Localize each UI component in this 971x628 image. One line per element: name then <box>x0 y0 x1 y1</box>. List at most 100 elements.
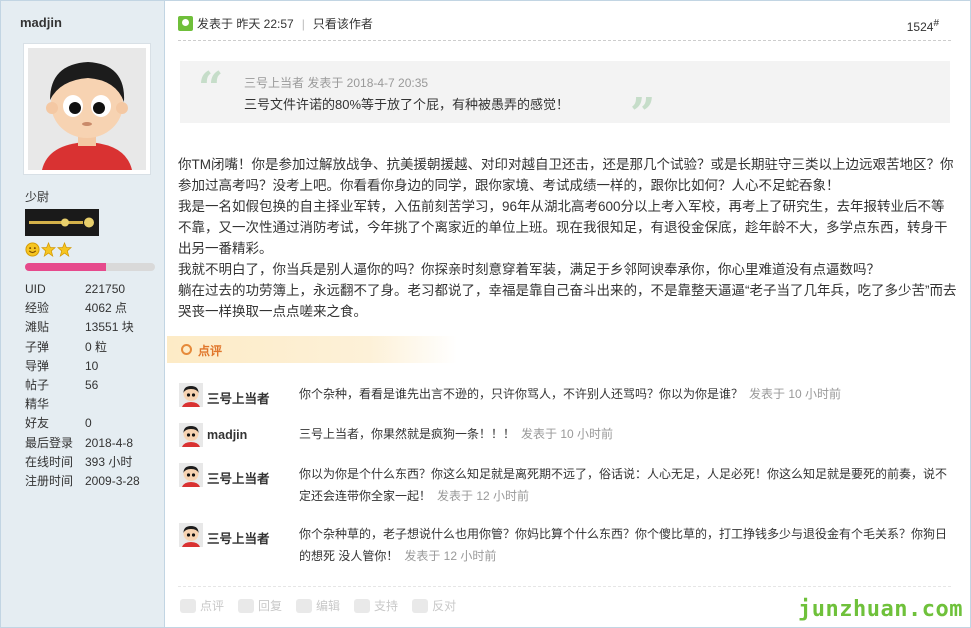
post-time: 发表于 昨天 22:57 <box>197 17 294 31</box>
stat-key: 经验 <box>25 301 50 316</box>
commenter-avatar-icon[interactable] <box>179 523 203 547</box>
stat-key: UID <box>25 282 46 296</box>
comment-text: 你个杂种草的，老子想说什么也用你管？你妈比算个什么东西？你个傻比草的，打工挣钱多… <box>299 527 948 563</box>
comment-time: 发表于 10 小时前 <box>749 387 842 401</box>
action-label: 编辑 <box>316 599 341 613</box>
close-quote-icon: ” <box>630 89 656 140</box>
stat-row: 最后登录 2018-4-8 <box>25 434 161 453</box>
author-avatar[interactable] <box>23 43 151 175</box>
commenter-avatar-icon[interactable] <box>179 463 203 487</box>
oppose-action[interactable]: 反对 <box>412 597 456 614</box>
comment-text: 你以为你是个什么东西？你这么知足就是离死期不远了，俗话说：人心无足，人足必死！你… <box>299 467 948 503</box>
online-status-icon <box>178 16 193 31</box>
level-progress-bar <box>25 263 155 271</box>
header-separator: | <box>301 16 305 31</box>
commenter-name-link[interactable]: 三号上当者 <box>207 528 270 547</box>
quote-block: “ 三号上当者 发表于 2018-4-7 20:35 三号文件许诺的80%等于放… <box>180 61 950 140</box>
smiley-star-icon <box>25 242 40 257</box>
stat-key: 好友 <box>25 416 50 431</box>
stat-key: 帖子 <box>25 377 50 392</box>
author-name-link[interactable]: madjin <box>20 15 62 30</box>
quote-text: 三号文件许诺的80%等于放了个屁，有种被愚弄的感觉！ <box>244 97 570 112</box>
author-sidebar: madjin 少尉 UID 221750 经验 4062 点 滩贴 13551 … <box>1 1 165 627</box>
comment-time: 发表于 10 小时前 <box>521 427 614 441</box>
stat-value: 13551 块 <box>85 320 134 335</box>
stat-value: 2009-3-28 <box>85 473 140 488</box>
floor-number[interactable]: 1524# <box>907 18 939 34</box>
stat-value: 0 <box>85 416 92 431</box>
stat-key: 注册时间 <box>25 473 74 488</box>
comment-time: 发表于 12 小时前 <box>437 489 530 503</box>
post-actions: 点评 回复 编辑 支持 反对 <box>180 597 456 614</box>
stat-key: 在线时间 <box>25 454 74 469</box>
stat-row: 精华 <box>25 395 161 414</box>
comment-circle-icon <box>181 344 192 355</box>
reply-icon <box>238 598 255 613</box>
post-main: 发表于 昨天 22:57 | 只看该作者 1524# “ 三号上当者 发表于 2… <box>166 1 969 627</box>
user-stats: UID 221750 经验 4062 点滩贴 13551 块子弹 0 粒导弹 10 帖子 56 精… <box>25 280 161 491</box>
comment-body: 你个杂种，看看是谁先出言不逊的，只许你骂人，不许别人还骂吗？你以为你是谁？ 发表于… <box>299 383 954 405</box>
level-progress-fill <box>25 263 106 271</box>
floor-value: 1524 <box>906 20 934 34</box>
edit-action[interactable]: 编辑 <box>296 597 340 614</box>
post-header: 发表于 昨天 22:57 | 只看该作者 <box>178 15 373 32</box>
action-label: 支持 <box>374 599 399 613</box>
stat-row: 帖子 56 <box>25 376 161 395</box>
stat-row: UID 221750 <box>25 280 161 299</box>
commenter-name-link[interactable]: madjin <box>207 428 247 442</box>
stat-row: 好友 0 <box>25 414 161 433</box>
stat-value: 393 小时 <box>85 454 133 469</box>
stat-value: 0 粒 <box>85 339 108 354</box>
header-divider <box>178 40 951 41</box>
quote-meta: 三号上当者 发表于 2018-4-7 20:35 <box>244 76 429 90</box>
commenter-avatar-icon[interactable] <box>179 423 203 447</box>
comment-text: 三号上当者，你果然就是疯狗一条！！！ <box>299 427 516 441</box>
stat-row: 经验 4062 点 <box>25 299 161 318</box>
action-label: 回复 <box>258 599 283 613</box>
post-content: 你TM闭嘴！你是参加过解放战争、抗美援朝援越、对印对越自卫还击，还是那几个试验？… <box>178 154 958 322</box>
stat-key: 导弹 <box>25 358 50 373</box>
support-icon <box>354 598 371 613</box>
action-label: 点评 <box>200 599 225 613</box>
comment-body: 你个杂种草的，老子想说什么也用你管？你妈比算个什么东西？你个傻比草的，打工挣钱多… <box>299 523 954 567</box>
stat-value: 10 <box>85 358 99 373</box>
stat-key: 最后登录 <box>25 435 74 450</box>
stat-row: 子弹 0 粒 <box>25 338 161 357</box>
user-rank: 少尉 <box>25 190 50 204</box>
edit-icon <box>296 598 313 613</box>
stat-row: 导弹 10 <box>25 357 161 376</box>
stat-key: 精华 <box>25 397 50 412</box>
stat-row: 在线时间 393 小时 <box>25 453 161 472</box>
reply-action[interactable]: 回复 <box>238 597 282 614</box>
site-watermark: junzhuan.com <box>794 595 967 624</box>
support-action[interactable]: 支持 <box>354 597 398 614</box>
only-author-link[interactable]: 只看该作者 <box>313 15 373 32</box>
stat-value: 221750 <box>85 282 126 296</box>
comment-time: 发表于 12 小时前 <box>404 549 497 563</box>
action-label: 反对 <box>432 599 457 613</box>
comments-header: 点评 <box>167 336 457 363</box>
stat-value: 4062 点 <box>85 301 128 316</box>
stat-key: 子弹 <box>25 339 50 354</box>
post-paragraph: 我是一名如假包换的自主择业军转，入伍前刻苦学习，96年从湖北高考600分以上考入… <box>178 199 948 256</box>
stat-row: 滩贴 13551 块 <box>25 318 161 337</box>
comment-body: 你以为你是个什么东西？你这么知足就是离死期不远了，俗话说：人心无足，人足必死！你… <box>299 463 954 507</box>
floor-sup: # <box>933 18 939 29</box>
star-icon <box>41 242 56 257</box>
footer-divider <box>178 586 951 587</box>
star-rating <box>25 242 72 258</box>
comment-icon <box>180 598 196 613</box>
star-icon <box>57 242 72 257</box>
comment-action[interactable]: 点评 <box>180 597 224 614</box>
open-quote-icon: “ <box>198 63 224 114</box>
stat-row: 注册时间 2009-3-28 <box>25 472 161 491</box>
commenter-name-link[interactable]: 三号上当者 <box>207 388 270 407</box>
stat-value: 56 <box>85 377 99 392</box>
cartoon-boy-avatar-icon <box>28 48 146 170</box>
stat-key: 滩贴 <box>25 320 50 335</box>
commenter-name-link[interactable]: 三号上当者 <box>207 468 270 487</box>
stat-value <box>85 395 161 414</box>
commenter-avatar-icon[interactable] <box>179 383 203 407</box>
comment-body: 三号上当者，你果然就是疯狗一条！！！ 发表于 10 小时前 <box>299 423 954 445</box>
rank-insignia-icon <box>25 209 99 236</box>
